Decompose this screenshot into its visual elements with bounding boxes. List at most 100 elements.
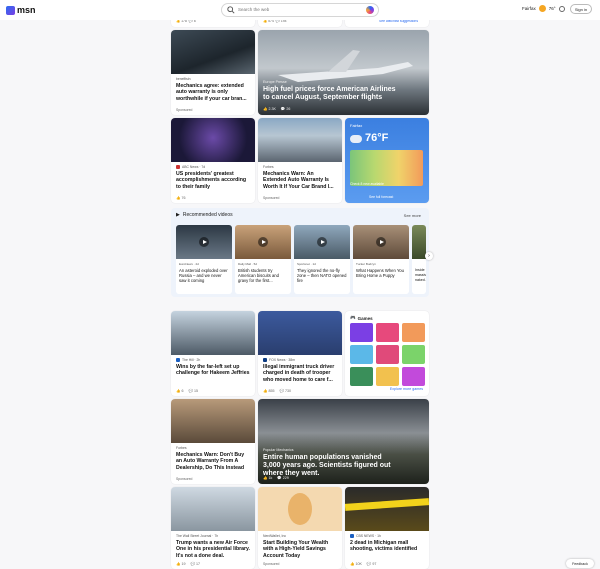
card-source: CBS NEWS · 1h (350, 534, 424, 538)
card-title[interactable]: 2 dead in Michigan mall shooting, victim… (350, 540, 424, 553)
card-source: The Wall Street Journal · 7h (176, 534, 219, 538)
video-card[interactable]: Tucker Budzyn What Happens When You Brin… (353, 225, 409, 294)
engine-photo (171, 30, 255, 74)
weather-location: Fairfax (350, 123, 363, 128)
card-source: Europe Presse (263, 80, 287, 84)
news-card[interactable]: NerdWallet, Inc Start Building Your Weal… (258, 487, 342, 569)
card-meta: 👍 2.3K 💬 26 (263, 107, 291, 111)
explore-games-link[interactable]: Explore more games (390, 387, 423, 391)
search-placeholder: Search the web (238, 7, 270, 12)
coin-icon (288, 493, 312, 525)
card-title[interactable]: Entire human populations vanished 3,000 … (263, 454, 399, 478)
news-card[interactable]: ABC News · 7d US presidents' greatest ac… (171, 118, 255, 203)
abc-logo-icon (176, 165, 180, 169)
msn-logo[interactable]: msn (6, 5, 36, 15)
video-card[interactable]: Inside massive naked... (412, 225, 426, 294)
game-tile[interactable] (376, 345, 399, 364)
airplane-icon (278, 50, 413, 82)
chevron-right-icon[interactable]: › (425, 252, 433, 260)
weather-temp: 76°F (365, 132, 389, 144)
hero-card[interactable]: Popular Mechanics Entire human populatio… (258, 399, 429, 484)
card-source: benefitsin (176, 77, 191, 81)
video-title: They ignored the no-fly zone – then NATO… (297, 268, 347, 284)
weather-widget[interactable]: Fairfax 76° (522, 5, 556, 12)
card-title[interactable]: Illegal immigrant truck driver charged i… (263, 364, 337, 383)
news-card[interactable]: The Hill · 2h Wins by the far-left set u… (171, 311, 255, 396)
news-card[interactable]: CBS NEWS · 1h 2 dead in Michigan mall sh… (345, 487, 429, 569)
game-tile[interactable] (376, 367, 399, 386)
sponsored-label: Sponsored (263, 562, 280, 566)
cloud-icon (350, 135, 362, 143)
mechanic-photo (258, 118, 342, 162)
card-meta: 👍 19 💬 17 (176, 562, 200, 566)
game-tile[interactable] (402, 367, 425, 386)
video-source: Daily Mail · 5d (238, 262, 258, 266)
header-location: Fairfax (522, 6, 536, 11)
game-tile[interactable] (402, 345, 425, 364)
card-title[interactable]: Start Building Your Wealth with a High-Y… (263, 540, 337, 559)
video-card[interactable]: Sportsnet · 1d They ignored the no-fly z… (294, 225, 350, 294)
sign-in-button[interactable]: Sign in (570, 4, 592, 14)
card-title[interactable]: High fuel prices force American Airlines… (263, 86, 399, 102)
card-source: Popular Mechanics (263, 448, 294, 452)
sponsored-label: Sponsored (176, 477, 193, 481)
video-card[interactable]: Daily Mail · 5d British students try Ame… (235, 225, 291, 294)
cbs-logo-icon (350, 534, 354, 538)
feedback-button[interactable]: Feedback (566, 559, 594, 568)
card-meta: 👍 10K 💬 97 (350, 562, 377, 566)
weather-card[interactable]: Fairfax 76°F Check 8 new available See f… (345, 118, 429, 203)
savings-illustration (258, 487, 342, 531)
gear-icon[interactable] (559, 6, 565, 12)
brand-text: msn (17, 5, 36, 15)
video-title: Inside massive naked... (415, 268, 426, 283)
card-title[interactable]: Trump wants a new Air Force One in his p… (176, 540, 250, 559)
section-header: 🎮 Games (350, 315, 373, 321)
game-tile[interactable] (376, 323, 399, 342)
card-title[interactable]: Mechanics Warn: An Extended Auto Warrant… (263, 171, 337, 190)
game-tile[interactable] (350, 345, 373, 364)
play-icon (376, 237, 386, 247)
card-title[interactable]: US presidents' greatest accomplishments … (176, 171, 250, 190)
search-box[interactable]: Search the web (221, 3, 379, 17)
police-tape-photo (345, 487, 429, 531)
card-title[interactable]: Mechanics agree: extended auto warranty … (176, 83, 250, 102)
video-title: What Happens When You Bring Home a Puppy (356, 268, 404, 279)
games-icon: 🎮 (350, 315, 356, 320)
search-icon (227, 6, 235, 14)
game-tile[interactable] (402, 323, 425, 342)
game-tile[interactable] (350, 323, 373, 342)
news-card[interactable]: Forbes Mechanics Warn: An Extended Auto … (258, 118, 342, 203)
forecast-link[interactable]: See full forecast (369, 195, 393, 199)
news-card[interactable]: Forbes Mechanics Warn: Don't Buy an Auto… (171, 399, 255, 484)
recommended-videos: ▶ Recommended videos See more EuroNews · … (171, 208, 433, 297)
air-force-one-photo (171, 487, 255, 531)
card-meta: 👍 1k 💬 229 (263, 476, 289, 480)
games-card[interactable]: 🎮 Games Explore more games (345, 311, 429, 396)
hero-card[interactable]: Europe Presse High fuel prices force Ame… (258, 30, 429, 115)
mechanic-photo (171, 399, 255, 443)
the-hill-logo-icon (176, 358, 180, 362)
card-title[interactable]: Wins by the far-left set up challenge fo… (176, 364, 250, 377)
video-card[interactable]: EuroNews · 2d An asteroid exploded over … (176, 225, 232, 294)
play-icon (317, 237, 327, 247)
weather-alert[interactable]: Check 8 new available (350, 182, 384, 186)
copilot-icon[interactable] (366, 6, 374, 14)
game-tile[interactable] (350, 367, 373, 386)
card-source: The Hill · 2h (176, 358, 250, 362)
video-title: British students try American biscuits a… (238, 268, 279, 284)
card-meta: 👍 855 💬 730 (263, 389, 291, 393)
news-card[interactable]: FOX News · 38m Illegal immigrant truck d… (258, 311, 342, 396)
video-source: Sportsnet · 1d (297, 262, 316, 266)
sun-icon (538, 5, 546, 12)
video-source: Tucker Budzyn (356, 262, 376, 266)
card-title[interactable]: Mechanics Warn: Don't Buy an Auto Warran… (176, 452, 250, 471)
see-more-link[interactable]: See more (404, 213, 421, 218)
weather-map[interactable] (350, 150, 423, 186)
fox-logo-icon (263, 358, 267, 362)
video-thumbnail (412, 225, 426, 259)
sponsored-label: Sponsored (263, 196, 280, 200)
news-card[interactable]: The Wall Street Journal · 7h Trump wants… (171, 487, 255, 569)
header-temperature: 76° (548, 6, 556, 11)
news-card[interactable]: benefitsin Mechanics agree: extended aut… (171, 30, 255, 115)
card-source: ABC News · 7d (176, 165, 250, 169)
